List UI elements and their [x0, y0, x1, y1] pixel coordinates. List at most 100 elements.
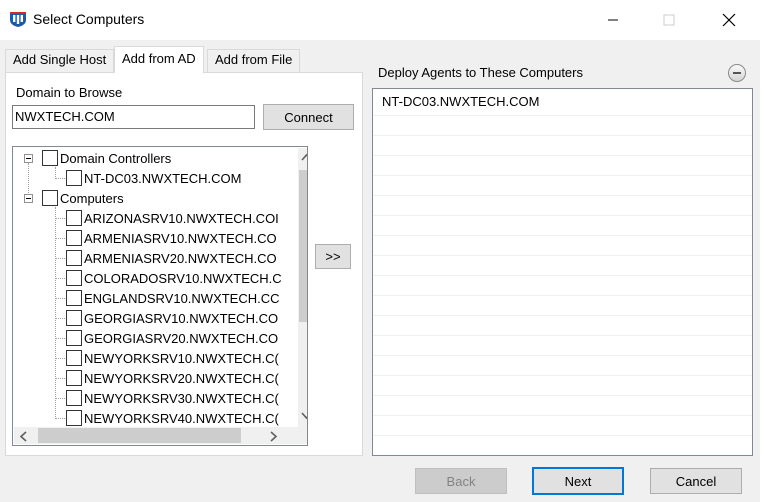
tree-node-computer[interactable]: NT-DC03.NWXTECH.COM [66, 168, 241, 188]
maximize-button[interactable] [646, 0, 692, 40]
list-gridline [373, 355, 752, 356]
tree-node-label: GEORGIASRV20.NWXTECH.CO [84, 330, 279, 346]
checkbox[interactable] [42, 190, 58, 206]
list-gridline [373, 295, 752, 296]
tree-node-label: GEORGIASRV10.NWXTECH.CO [84, 310, 279, 326]
tree-node-label: COLORADOSRV10.NWXTECH.C [84, 270, 282, 286]
tree-node-computer[interactable]: ARIZONASRV10.NWXTECH.COI [66, 208, 279, 228]
minimize-button[interactable] [590, 0, 636, 40]
list-gridline [373, 315, 752, 316]
tree-node-label: NEWYORKSRV20.NWXTECH.C( [84, 370, 279, 386]
tree-node-label: ARMENIASRV10.NWXTECH.CO [84, 230, 277, 246]
tree-node-label: NEWYORKSRV40.NWXTECH.C( [84, 410, 279, 426]
tree-node-label: ARMENIASRV20.NWXTECH.CO [84, 250, 277, 266]
list-gridline [373, 215, 752, 216]
tree-node-computers[interactable]: Computers [42, 188, 124, 208]
tree-connector [55, 218, 65, 219]
checkbox[interactable] [66, 370, 82, 386]
checkbox[interactable] [66, 250, 82, 266]
tree-connector [55, 398, 65, 399]
list-gridline [373, 335, 752, 336]
checkbox[interactable] [66, 210, 82, 226]
tree-node-label: NEWYORKSRV30.NWXTECH.C( [84, 390, 279, 406]
tree-horizontal-scrollbar[interactable] [14, 427, 298, 444]
tab-add-from-ad[interactable]: Add from AD [114, 46, 204, 73]
dialog-edge [760, 40, 766, 502]
checkbox[interactable] [66, 310, 82, 326]
next-button[interactable]: Next [532, 467, 624, 495]
checkbox[interactable] [66, 230, 82, 246]
tree-connector [55, 238, 65, 239]
app-logo-icon [10, 12, 26, 27]
checkbox[interactable] [66, 350, 82, 366]
tree-horizontal-scroll-thumb[interactable] [38, 428, 241, 443]
back-button[interactable]: Back [415, 468, 507, 494]
tree-node-label: Computers [60, 190, 124, 206]
tree-node-computer[interactable]: ENGLANDSRV10.NWXTECH.CC [66, 288, 280, 308]
checkbox[interactable] [66, 290, 82, 306]
checkbox[interactable] [66, 170, 82, 186]
scroll-down-icon[interactable] [301, 412, 308, 420]
tree-node-computer[interactable]: NEWYORKSRV20.NWXTECH.C( [66, 368, 279, 388]
list-gridline [373, 195, 752, 196]
tree-connector [55, 358, 65, 359]
tree-node-label: ARIZONASRV10.NWXTECH.COI [84, 210, 279, 226]
list-gridline [373, 395, 752, 396]
tree-node-label: NEWYORKSRV10.NWXTECH.C( [84, 350, 279, 366]
window-title: Select Computers [33, 11, 145, 27]
checkbox[interactable] [66, 410, 82, 426]
ad-tree-view[interactable]: Domain Controllers NT-DC03.NWXTECH.COM C… [12, 146, 308, 446]
connect-button[interactable]: Connect [263, 104, 354, 130]
tree-connector [55, 178, 65, 179]
scroll-up-icon[interactable] [301, 153, 308, 161]
tree-node-label: NT-DC03.NWXTECH.COM [84, 170, 242, 186]
scrollbar-corner [298, 427, 307, 444]
domain-label: Domain to Browse [16, 85, 123, 100]
checkbox[interactable] [66, 270, 82, 286]
tree-connector [55, 378, 65, 379]
tab-add-from-file[interactable]: Add from File [207, 49, 301, 72]
tree-vertical-scrollbar[interactable] [298, 148, 308, 427]
list-gridline [373, 135, 752, 136]
domain-input[interactable]: NWXTECH.COM [12, 105, 255, 129]
collapse-toggle-computers[interactable] [24, 194, 33, 203]
collapse-icon[interactable] [728, 64, 746, 82]
scroll-left-icon[interactable] [19, 431, 27, 442]
deploy-list[interactable]: NT-DC03.NWXTECH.COM [372, 88, 753, 456]
list-item[interactable]: NT-DC03.NWXTECH.COM [382, 94, 539, 109]
list-gridline [373, 235, 752, 236]
close-button[interactable] [706, 0, 752, 40]
tree-node-computer[interactable]: NEWYORKSRV10.NWXTECH.C( [66, 348, 279, 368]
tree-connector [55, 298, 65, 299]
tab-add-single-host[interactable]: Add Single Host [5, 49, 115, 72]
tree-node-domain-controllers[interactable]: Domain Controllers [42, 148, 171, 168]
tree-vertical-scroll-thumb[interactable] [299, 170, 307, 322]
tree-node-computer[interactable]: NEWYORKSRV30.NWXTECH.C( [66, 388, 279, 408]
tree-node-computer[interactable]: GEORGIASRV10.NWXTECH.CO [66, 308, 278, 328]
list-gridline [373, 375, 752, 376]
add-selected-button[interactable]: >> [315, 244, 351, 269]
tree-node-computer[interactable]: ARMENIASRV10.NWXTECH.CO [66, 228, 277, 248]
list-gridline [373, 255, 752, 256]
tree-node-computer[interactable]: ARMENIASRV20.NWXTECH.CO [66, 248, 277, 268]
minimize-icon [608, 19, 618, 21]
deploy-list-title: Deploy Agents to These Computers [378, 65, 583, 80]
tree-connector [55, 258, 65, 259]
tree-connector [55, 338, 65, 339]
scroll-right-icon[interactable] [270, 431, 278, 442]
checkbox[interactable] [66, 330, 82, 346]
title-bar: Select Computers [0, 0, 766, 40]
checkbox[interactable] [42, 150, 58, 166]
tree-connector [55, 278, 65, 279]
list-gridline [373, 115, 752, 116]
list-gridline [373, 275, 752, 276]
collapse-toggle-domain-controllers[interactable] [24, 154, 33, 163]
tree-node-computer[interactable]: GEORGIASRV20.NWXTECH.CO [66, 328, 278, 348]
tree-node-computer[interactable]: NEWYORKSRV40.NWXTECH.C( [66, 408, 279, 428]
close-icon [722, 13, 736, 27]
checkbox[interactable] [66, 390, 82, 406]
tree-node-computer[interactable]: COLORADOSRV10.NWXTECH.C [66, 268, 282, 288]
tree-connector [55, 418, 65, 419]
list-gridline [373, 415, 752, 416]
cancel-button[interactable]: Cancel [650, 468, 742, 494]
